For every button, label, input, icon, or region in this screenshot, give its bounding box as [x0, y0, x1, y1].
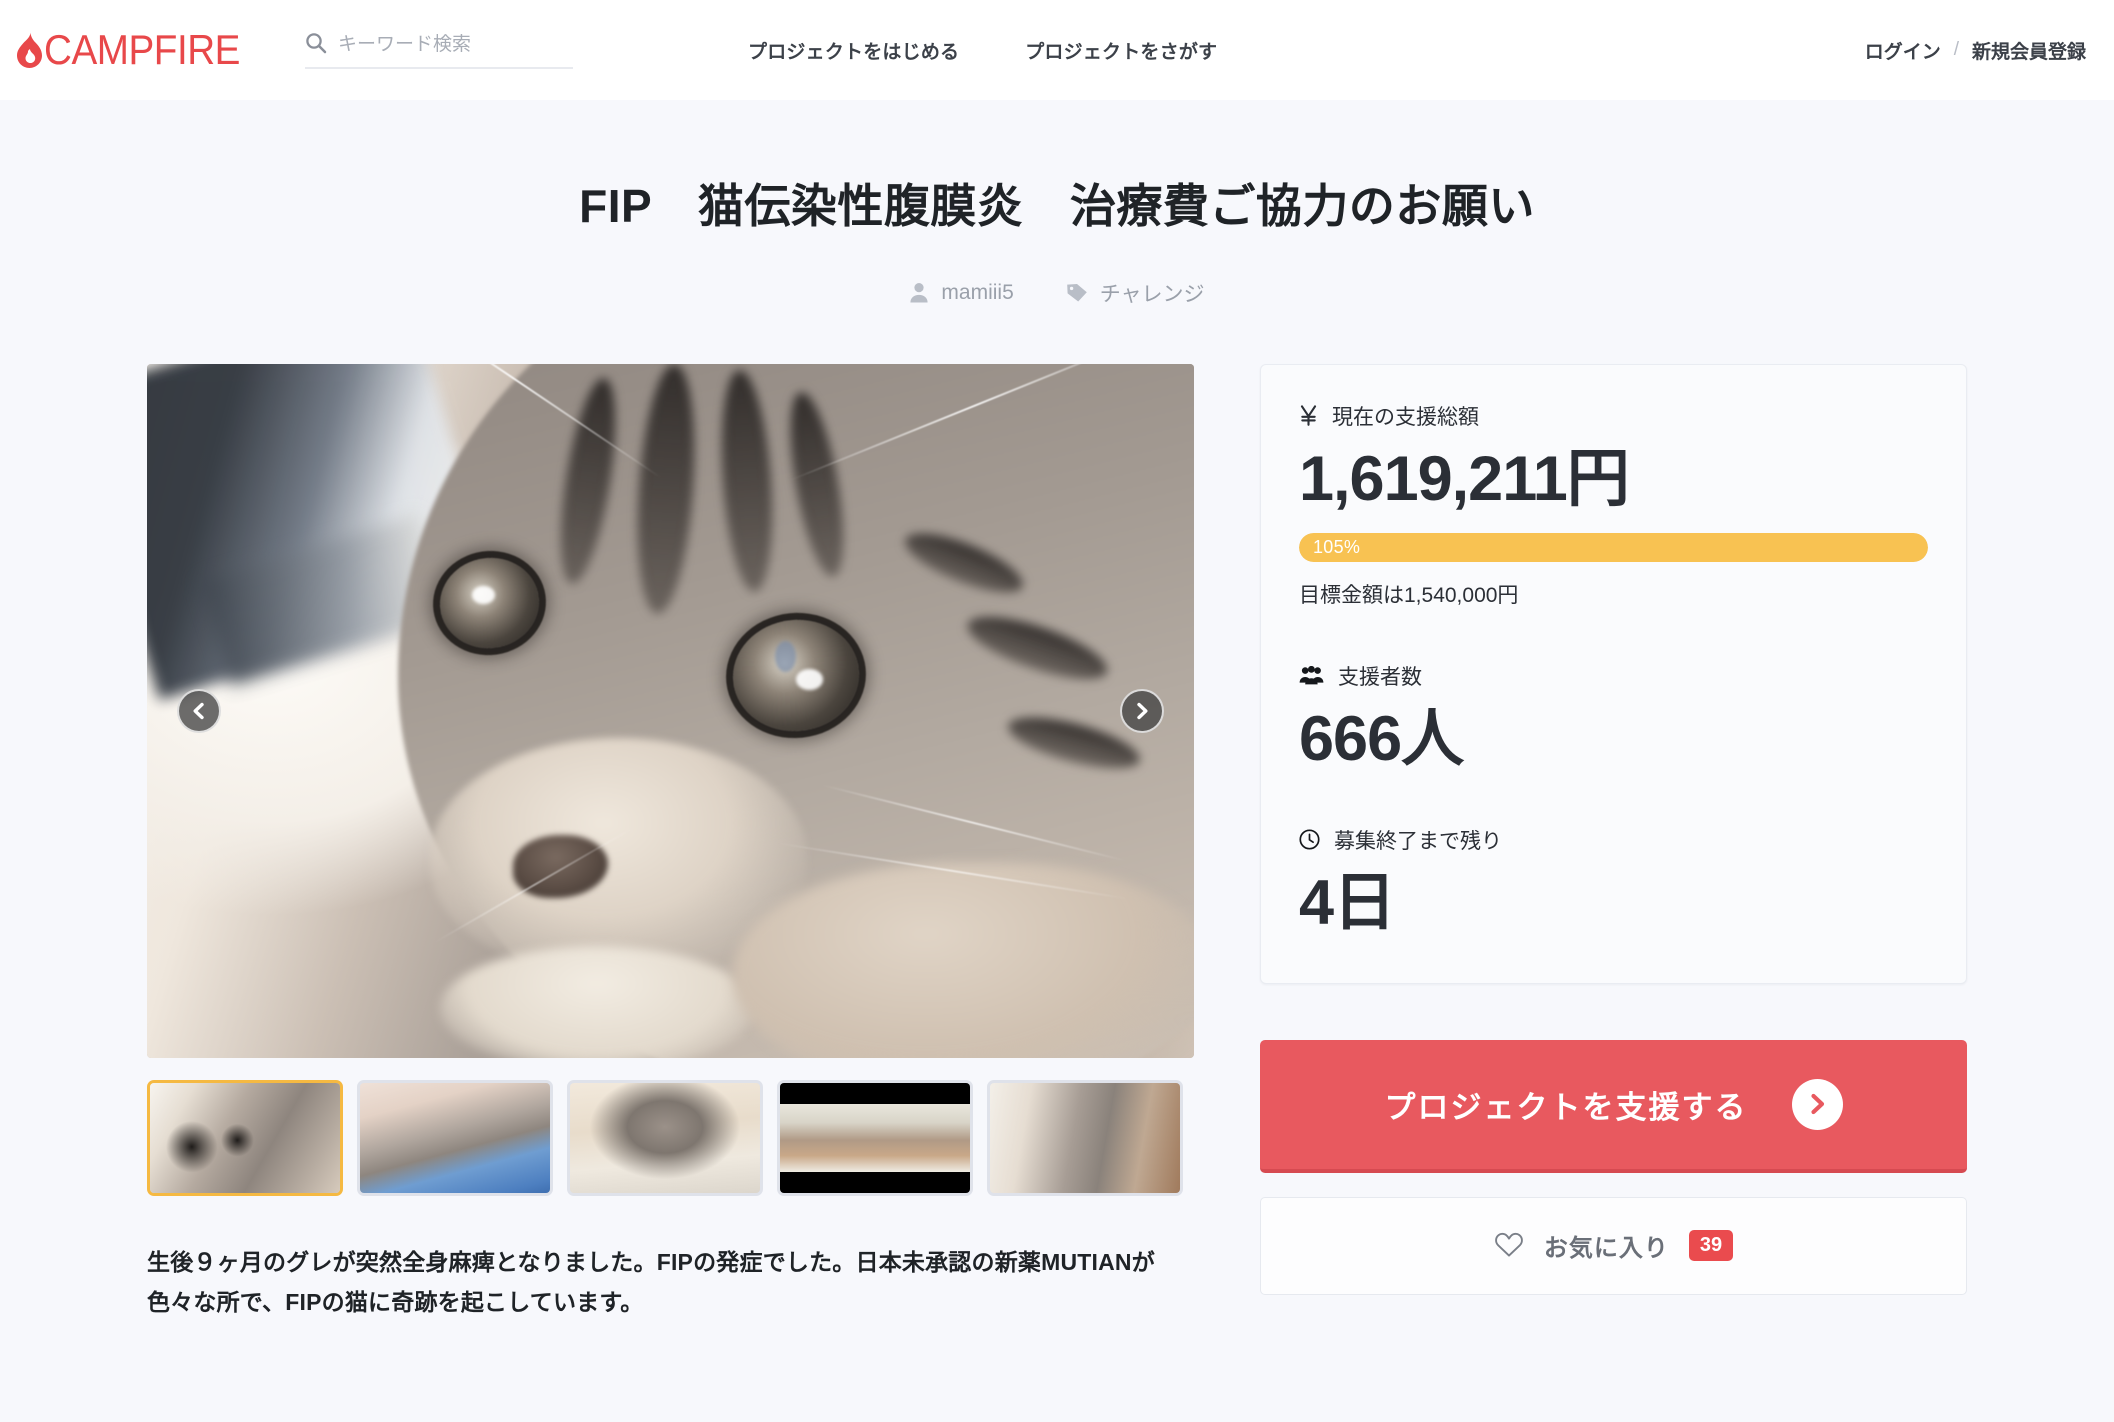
amount-label-row: 現在の支援総額: [1299, 401, 1928, 431]
favorite-count-badge: 39: [1688, 1230, 1734, 1262]
stat-remaining: 募集終了まで残り 4日: [1299, 825, 1928, 937]
stats-column: 現在の支援総額 1,619,211円 105% 目標金額は1,540,000円: [1260, 363, 1967, 1324]
thumbnail-1[interactable]: [147, 1079, 343, 1196]
thumbnail-5[interactable]: [987, 1079, 1183, 1196]
main-layout: 生後９ヶ月のグレが突然全身麻痺となりました。FIPの発症でした。日本未承認の新薬…: [147, 308, 1967, 1324]
favorite-label: お気に入り: [1543, 1235, 1669, 1263]
carousel-prev-button[interactable]: [177, 688, 221, 733]
search-input[interactable]: [338, 32, 574, 58]
image-carousel[interactable]: [147, 363, 1194, 1058]
search-icon: [305, 32, 327, 59]
flame-icon: [16, 31, 42, 69]
page-title: FIP 猫伝染性腹膜炎 治療費ご協力のお願い: [579, 180, 1535, 232]
stat-amount: 現在の支援総額 1,619,211円 105% 目標金額は1,540,000円: [1299, 401, 1928, 609]
user-icon: [909, 282, 929, 303]
amount-value: 1,619,211円: [1299, 443, 1630, 514]
support-project-button[interactable]: プロジェクトを支援する: [1260, 1039, 1967, 1173]
nav-start-project[interactable]: プロジェクトをはじめる: [748, 37, 959, 64]
nav-find-project[interactable]: プロジェクトをさがす: [1025, 37, 1217, 64]
favorite-button[interactable]: お気に入り 39: [1260, 1196, 1967, 1295]
supporters-label-row: 支援者数: [1299, 661, 1928, 691]
people-icon: [1299, 666, 1324, 685]
amount-label: 現在の支援総額: [1332, 405, 1479, 429]
chevron-right-icon: [1132, 701, 1152, 721]
arrow-right-circle-icon: [1791, 1078, 1843, 1130]
remaining-value: 4日: [1299, 867, 1396, 938]
search-box[interactable]: [305, 32, 574, 69]
register-link[interactable]: 新規会員登録: [1972, 37, 2086, 64]
thumbnail-strip: [147, 1079, 1194, 1196]
stat-supporters: 支援者数 666人: [1299, 661, 1928, 773]
project-description: 生後９ヶ月のグレが突然全身麻痺となりました。FIPの発症でした。日本未承認の新薬…: [147, 1248, 1155, 1316]
thumbnail-2[interactable]: [357, 1079, 553, 1196]
category-name: チャレンジ: [1099, 282, 1205, 306]
project-header: FIP 猫伝染性腹膜炎 治療費ご協力のお願い mamiii5 チャレンジ: [0, 100, 2114, 308]
funding-goal-text: 目標金額は1,540,000円: [1299, 583, 1519, 607]
remaining-label: 募集終了まで残り: [1334, 829, 1502, 853]
supporters-label: 支援者数: [1338, 665, 1422, 689]
logo-wordmark: CAMPFIRE: [44, 26, 240, 73]
yen-icon: [1299, 405, 1318, 426]
primary-nav: プロジェクトをはじめる プロジェクトをさがす: [748, 37, 1217, 64]
campfire-logo[interactable]: CAMPFIRE: [16, 29, 257, 71]
category-meta[interactable]: チャレンジ: [1066, 278, 1205, 308]
account-nav: ログイン / 新規会員登録: [1865, 37, 2086, 64]
login-link[interactable]: ログイン: [1865, 37, 1941, 64]
supporters-value: 666人: [1299, 703, 1464, 774]
carousel-next-button[interactable]: [1120, 688, 1164, 733]
heart-icon: [1494, 1231, 1524, 1261]
chevron-left-icon: [189, 701, 209, 721]
thumbnail-4[interactable]: [777, 1079, 973, 1196]
project-meta: mamiii5 チャレンジ: [0, 278, 2114, 308]
thumbnail-3[interactable]: [567, 1079, 763, 1196]
stats-card: 現在の支援総額 1,619,211円 105% 目標金額は1,540,000円: [1260, 363, 1967, 984]
support-project-label: プロジェクトを支援する: [1384, 1089, 1748, 1125]
funding-progress-bar: 105%: [1299, 532, 1928, 562]
funding-progress-percent: 105%: [1313, 536, 1361, 557]
nav-separator: /: [1953, 39, 1959, 60]
site-header: CAMPFIRE プロジェクトをはじめる プロジェクトをさがす ログイン / 新…: [0, 0, 2114, 100]
main-project-image: [147, 363, 1194, 1058]
remaining-label-row: 募集終了まで残り: [1299, 825, 1928, 855]
tag-icon: [1066, 283, 1088, 303]
gallery-column: 生後９ヶ月のグレが突然全身麻痺となりました。FIPの発症でした。日本未承認の新薬…: [147, 363, 1194, 1324]
owner-name: mamiii5: [941, 280, 1014, 304]
funding-progress-fill: 105%: [1299, 532, 1928, 562]
owner-meta[interactable]: mamiii5: [909, 280, 1014, 305]
clock-icon: [1299, 829, 1320, 850]
